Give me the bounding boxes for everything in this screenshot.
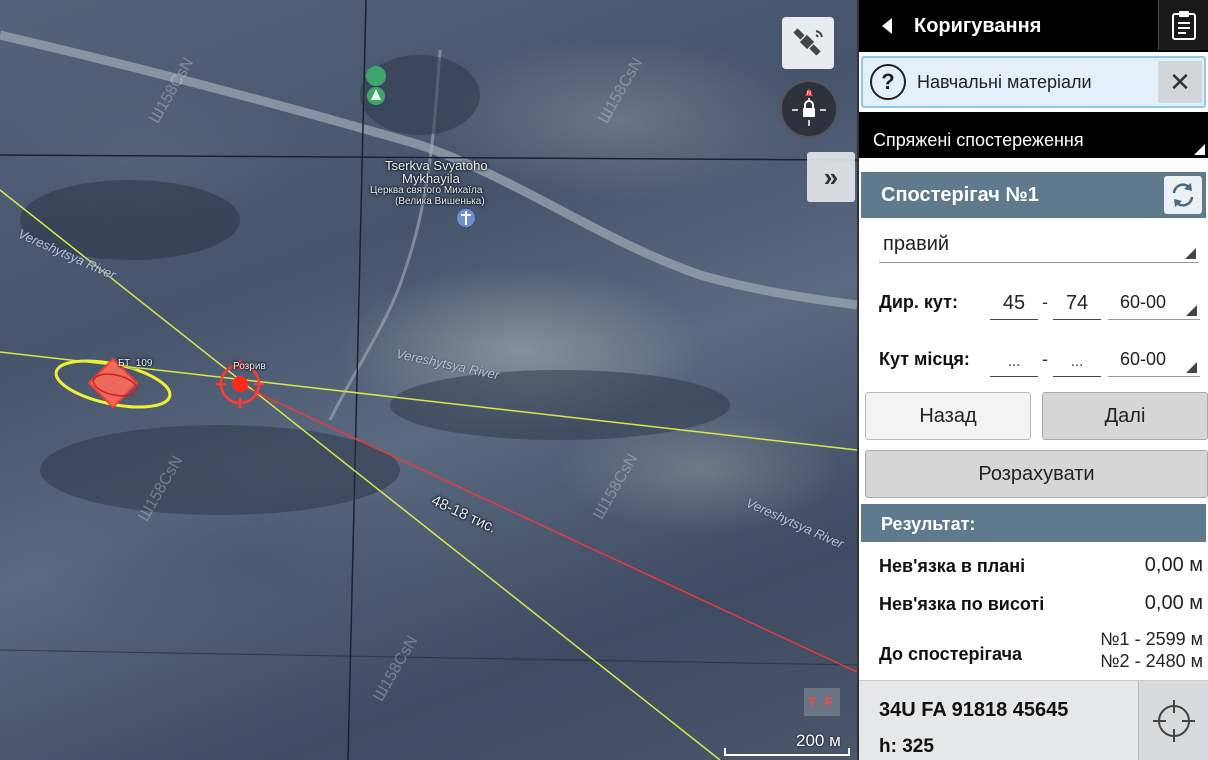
result-row-height: Нев'язка по висоті 0,00 м: [879, 590, 1203, 620]
satellite-button[interactable]: [782, 17, 834, 69]
church-pin-icon[interactable]: [457, 209, 475, 227]
azimuth-unit-value: 60-00: [1120, 292, 1167, 312]
double-chevron-right-icon: »: [823, 161, 839, 192]
svg-text:N: N: [807, 90, 812, 97]
dropdown-corner-icon: [1185, 248, 1196, 259]
target-label: БТ_109: [118, 358, 153, 369]
mode-select[interactable]: Спряжені спостереження: [859, 112, 1208, 158]
dropdown-corner-icon: [1194, 144, 1205, 155]
locate-button[interactable]: [1138, 681, 1208, 760]
observer-title: Спостерігач №1: [881, 183, 1039, 206]
azimuth-row: Дир. кут: 45 - 74 60-00: [879, 282, 1205, 322]
panel-title: Коригування: [914, 14, 1042, 37]
observer-header: Спостерігач №1: [861, 172, 1206, 218]
map-view[interactable]: Tserkva Svyatoho Mykhayila Церква святог…: [0, 0, 857, 760]
elevation-major-input[interactable]: ...: [990, 341, 1038, 377]
poi-label: (Велика Вишенька): [395, 196, 485, 207]
elevation-label: Кут місця:: [879, 349, 970, 369]
close-icon: ✕: [1169, 66, 1191, 97]
question-icon: ?: [870, 64, 906, 100]
azimuth-unit-select[interactable]: 60-00: [1108, 284, 1200, 320]
result-value: 0,00 м: [1144, 592, 1203, 614]
panel-header: Коригування: [859, 0, 1208, 52]
side-select-value: правий: [883, 233, 950, 255]
grid-line: [0, 649, 857, 666]
target-marker-icon[interactable]: [52, 352, 174, 415]
clipboard-icon: [1171, 11, 1196, 40]
elevation-row: Кут місця: ... - ... 60-00: [879, 339, 1205, 379]
tf-badge: T F: [804, 688, 840, 716]
poi-label: Церква святого Михаїла: [370, 185, 483, 196]
clipboard-button[interactable]: [1158, 0, 1208, 50]
coordinates-text: 34U FA 91818 45645: [879, 699, 1069, 721]
result-label: До спостерігача: [879, 644, 1023, 664]
compass-lock-icon: N: [792, 88, 826, 126]
coordinates-footer: 34U FA 91818 45645 h: 325: [859, 680, 1208, 760]
map-overlay: [0, 0, 857, 760]
help-bar[interactable]: ? Навчальні матеріали ✕: [861, 56, 1206, 108]
refresh-icon: [1172, 183, 1194, 207]
observer-distance-2: №2 - 2480 м: [1100, 651, 1203, 671]
azimuth-label: Дир. кут:: [879, 292, 958, 312]
dropdown-corner-icon: [1186, 362, 1197, 373]
poi-label: Mykhayila: [402, 171, 460, 186]
azimuth-minor-input[interactable]: 74: [1053, 284, 1101, 320]
result-label: Нев'язка по висоті: [879, 594, 1045, 614]
height-text: h: 325: [879, 736, 934, 757]
correction-panel: Коригування ? Навчальні матеріали ✕ Спря…: [857, 0, 1208, 760]
side-select[interactable]: правий: [879, 225, 1199, 263]
result-label: Нев'язка в плані: [879, 556, 1026, 576]
elevation-unit-select[interactable]: 60-00: [1108, 341, 1200, 377]
crosshair-icon: [1152, 700, 1195, 742]
mode-select-value: Спряжені спостереження: [873, 130, 1084, 150]
back-button[interactable]: Назад: [865, 392, 1031, 440]
help-text: Навчальні матеріали: [917, 71, 1092, 92]
result-value: №1 - 2599 м №2 - 2480 м: [1100, 628, 1203, 672]
back-arrow-icon[interactable]: [882, 18, 892, 34]
compass-lock-button[interactable]: N: [780, 80, 838, 138]
observer-distance-1: №1 - 2599 м: [1100, 629, 1203, 649]
dropdown-corner-icon: [1186, 305, 1197, 316]
expand-panel-button[interactable]: »: [807, 152, 855, 202]
field-dash: -: [1042, 292, 1048, 312]
scale-label: 200 м: [796, 731, 841, 750]
elevation-minor-input[interactable]: ...: [1053, 341, 1101, 377]
refresh-button[interactable]: [1164, 176, 1202, 214]
terrain-patch: [40, 425, 400, 515]
calculate-button[interactable]: Розрахувати: [865, 450, 1208, 498]
azimuth-major-input[interactable]: 45: [990, 284, 1038, 320]
satellite-icon: [793, 28, 823, 56]
result-header: Результат:: [861, 504, 1206, 542]
elevation-unit-value: 60-00: [1120, 349, 1167, 369]
result-value: 0,00 м: [1144, 554, 1203, 576]
close-button[interactable]: ✕: [1158, 61, 1202, 103]
next-button[interactable]: Далі: [1042, 392, 1208, 440]
result-row-plan: Нев'язка в плані 0,00 м: [879, 552, 1203, 582]
burst-label: Розрив: [233, 361, 266, 372]
result-row-observer: До спостерігача №1 - 2599 м №2 - 2480 м: [879, 628, 1203, 676]
field-dash: -: [1042, 349, 1048, 369]
